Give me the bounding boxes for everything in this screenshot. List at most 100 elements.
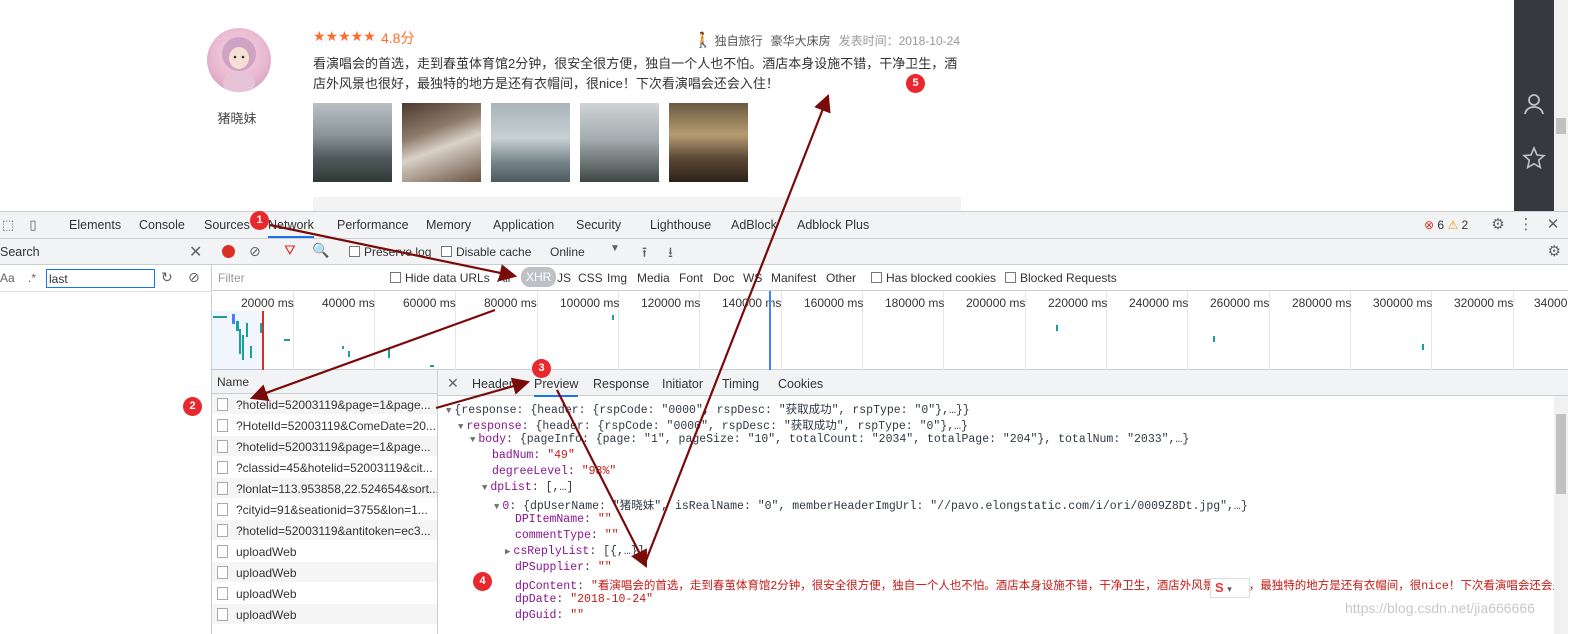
close-search-icon[interactable]: ✕: [189, 242, 202, 262]
has-blocked-cookies-checkbox[interactable]: Has blocked cookies: [871, 271, 996, 285]
filter-type-js[interactable]: JS: [557, 271, 571, 285]
tab-headers[interactable]: Headers: [472, 377, 519, 391]
tab-lighthouse[interactable]: Lighthouse: [650, 218, 711, 232]
table-row[interactable]: ?hotelid=52003119&antitoken=ec3...: [212, 520, 437, 541]
column-header-name[interactable]: Name: [212, 370, 437, 394]
chevron-down-icon[interactable]: ▼: [610, 243, 620, 254]
disable-cache-checkbox[interactable]: Disable cache: [441, 245, 531, 259]
csdn-logo-icon[interactable]: S ▾: [1210, 578, 1250, 598]
tab-adblock-plus[interactable]: Adblock Plus: [797, 218, 869, 232]
filter-input[interactable]: Filter: [218, 271, 245, 285]
issue-counter[interactable]: ⊗ 6 ⚠ 2: [1424, 218, 1468, 232]
expand-triangle-icon[interactable]: ▶: [505, 547, 510, 557]
tab-performance[interactable]: Performance: [337, 218, 409, 232]
inspect-icon[interactable]: ⬚: [0, 217, 16, 233]
filter-type-media[interactable]: Media: [637, 271, 670, 285]
json-node[interactable]: ▼ dpList: [,…]: [482, 481, 573, 494]
tab-memory[interactable]: Memory: [426, 218, 471, 232]
blocked-requests-checkbox[interactable]: Blocked Requests: [1005, 271, 1117, 285]
filter-type-all[interactable]: All: [497, 271, 510, 285]
filter-type-img[interactable]: Img: [607, 271, 627, 285]
warning-count: 2: [1461, 218, 1469, 232]
device-toggle-icon[interactable]: ▯: [25, 217, 41, 233]
filter-icon[interactable]: ⛛: [284, 242, 296, 259]
table-row[interactable]: uploadWeb: [212, 541, 437, 562]
table-row[interactable]: ?hotelid=52003119&page=1&page...: [212, 394, 437, 415]
request-type-icon: [217, 566, 228, 579]
json-node[interactable]: ▶ csReplyList: [{,…}]: [505, 545, 645, 558]
tab-elements[interactable]: Elements: [69, 218, 121, 232]
throttle-select[interactable]: Online: [550, 245, 585, 259]
json-node[interactable]: ▼ response: {header: {rspCode: "0000", rs…: [458, 417, 968, 433]
star-icon[interactable]: [1522, 145, 1546, 170]
tab-console[interactable]: Console: [139, 218, 185, 232]
match-case-toggle[interactable]: Aa: [0, 271, 15, 285]
table-row[interactable]: uploadWeb: [212, 583, 437, 604]
review-photo[interactable]: [669, 103, 748, 182]
tab-preview[interactable]: Preview: [534, 377, 579, 397]
json-root[interactable]: ▼ {response: {header: {rspCode: "0000", r…: [446, 401, 970, 417]
user-icon[interactable]: [1522, 92, 1546, 116]
tab-application[interactable]: Application: [493, 218, 554, 232]
page-scroll-thumb[interactable]: [1556, 118, 1566, 134]
network-settings-icon[interactable]: ⚙: [1548, 242, 1561, 260]
tab-adblock[interactable]: AdBlock: [731, 218, 777, 232]
clear-search-icon[interactable]: ⊘: [188, 269, 200, 286]
review-photo[interactable]: [580, 103, 659, 182]
close-devtools-icon[interactable]: ✕: [1545, 217, 1561, 233]
close-detail-icon[interactable]: ✕: [447, 375, 459, 392]
refresh-icon[interactable]: ↻: [161, 269, 173, 286]
filter-type-manifest[interactable]: Manifest: [771, 271, 816, 285]
tab-timing[interactable]: Timing: [722, 377, 759, 391]
expand-triangle-icon[interactable]: ▼: [458, 422, 463, 432]
reviewer-avatar[interactable]: [207, 28, 271, 92]
table-row[interactable]: ?lonlat=113.953858,22.524654&sort...: [212, 478, 437, 499]
table-row[interactable]: ?cityid=91&seationid=3755&lon=1...: [212, 499, 437, 520]
table-row[interactable]: ?hotelid=52003119&page=1&page...: [212, 436, 437, 457]
preserve-log-checkbox[interactable]: Preserve log: [349, 245, 431, 259]
json-node[interactable]: ▼ 0: {dpUserName: "猪晓妹", isRealName: "0",…: [494, 497, 1248, 513]
network-overview-timeline[interactable]: 20000 ms 40000 ms 60000 ms 80000 ms 1000…: [212, 291, 1568, 370]
search-icon[interactable]: 🔍: [312, 242, 329, 259]
filter-type-ws[interactable]: WS: [743, 271, 762, 285]
record-icon[interactable]: [222, 245, 235, 258]
expand-triangle-icon[interactable]: ▼: [470, 435, 475, 445]
filter-type-font[interactable]: Font: [679, 271, 703, 285]
tab-sources[interactable]: Sources: [204, 218, 250, 232]
table-row[interactable]: ?classid=45&hotelid=52003119&cit...: [212, 457, 437, 478]
export-har-icon[interactable]: ⭳: [668, 242, 673, 266]
clear-log-icon[interactable]: ⊘: [249, 243, 261, 260]
import-har-icon[interactable]: ⭱: [642, 242, 647, 266]
annotation-badge-3: 3: [532, 359, 551, 378]
tab-network[interactable]: Network: [268, 218, 314, 238]
expand-triangle-icon[interactable]: ▼: [482, 483, 487, 493]
expand-triangle-icon[interactable]: ▼: [494, 502, 499, 512]
request-type-icon: [217, 482, 228, 495]
review-photo[interactable]: [402, 103, 481, 182]
filter-type-xhr[interactable]: XHR: [521, 267, 557, 287]
settings-gear-icon[interactable]: ⚙: [1490, 217, 1506, 233]
filter-type-css[interactable]: CSS: [578, 271, 603, 285]
regex-toggle[interactable]: .*: [28, 271, 36, 285]
table-row[interactable]: uploadWeb: [212, 562, 437, 583]
json-node[interactable]: ▼ body: {pageInfo: {page: "1", pageSize: …: [470, 433, 1189, 446]
request-name: uploadWeb: [236, 566, 297, 580]
tab-cookies[interactable]: Cookies: [778, 377, 823, 391]
review-photo[interactable]: [313, 103, 392, 182]
hide-data-urls-checkbox[interactable]: Hide data URLs: [390, 271, 490, 285]
tab-security[interactable]: Security: [576, 218, 621, 232]
tab-response[interactable]: Response: [593, 377, 649, 391]
table-row[interactable]: uploadWeb: [212, 604, 437, 625]
filter-type-doc[interactable]: Doc: [713, 271, 734, 285]
expand-triangle-icon[interactable]: ▼: [446, 406, 451, 416]
table-row[interactable]: ?HotelId=52003119&ComeDate=20...: [212, 415, 437, 436]
review-photo[interactable]: [491, 103, 570, 182]
page-scrollbar[interactable]: [1554, 0, 1568, 211]
more-menu-icon[interactable]: ⋮: [1518, 217, 1534, 233]
search-input[interactable]: [46, 269, 155, 288]
preview-scroll-thumb[interactable]: [1556, 414, 1566, 494]
filter-type-other[interactable]: Other: [826, 271, 856, 285]
preview-scrollbar[interactable]: [1554, 396, 1568, 634]
tab-initiator[interactable]: Initiator: [662, 377, 703, 391]
hide-data-urls-label: Hide data URLs: [405, 271, 490, 285]
